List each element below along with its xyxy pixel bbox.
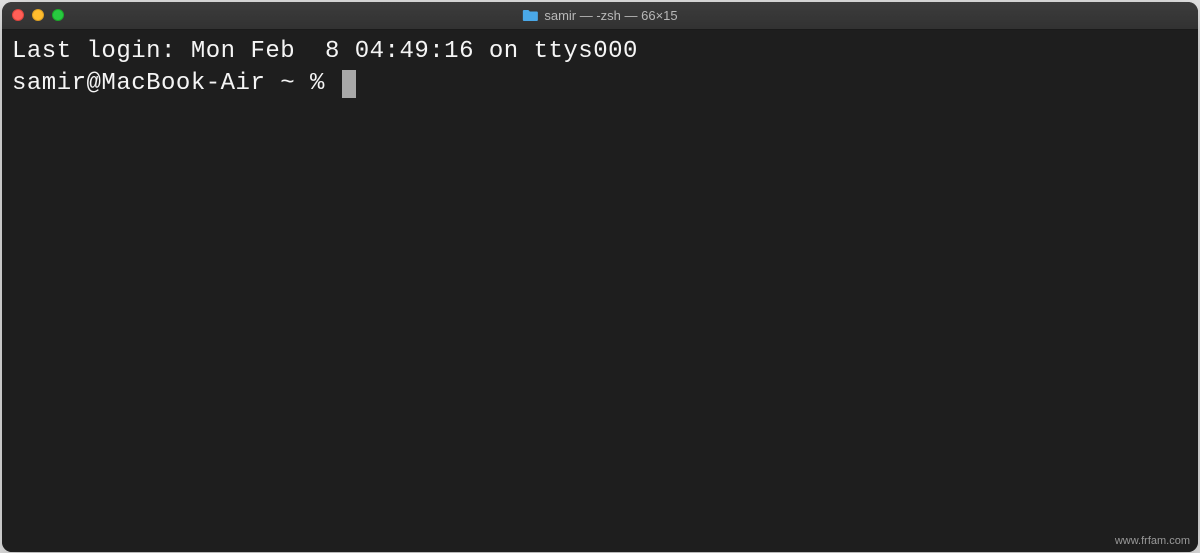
window-title-text: samir — -zsh — 66×15 [544,8,677,23]
title-bar-title: samir — -zsh — 66×15 [522,7,677,23]
folder-icon [522,7,538,23]
cursor [342,70,356,98]
last-login-line: Last login: Mon Feb 8 04:49:16 on ttys00… [12,36,1188,68]
traffic-lights [12,9,64,21]
terminal-body[interactable]: Last login: Mon Feb 8 04:49:16 on ttys00… [2,30,1198,552]
title-bar[interactable]: samir — -zsh — 66×15 [2,2,1198,30]
prompt-text: samir@MacBook-Air ~ % [12,68,340,100]
minimize-button[interactable] [32,9,44,21]
terminal-window: samir — -zsh — 66×15 Last login: Mon Feb… [2,2,1198,552]
watermark: www.frfam.com [1115,535,1190,547]
maximize-button[interactable] [52,9,64,21]
prompt-line: samir@MacBook-Air ~ % [12,68,1188,100]
close-button[interactable] [12,9,24,21]
